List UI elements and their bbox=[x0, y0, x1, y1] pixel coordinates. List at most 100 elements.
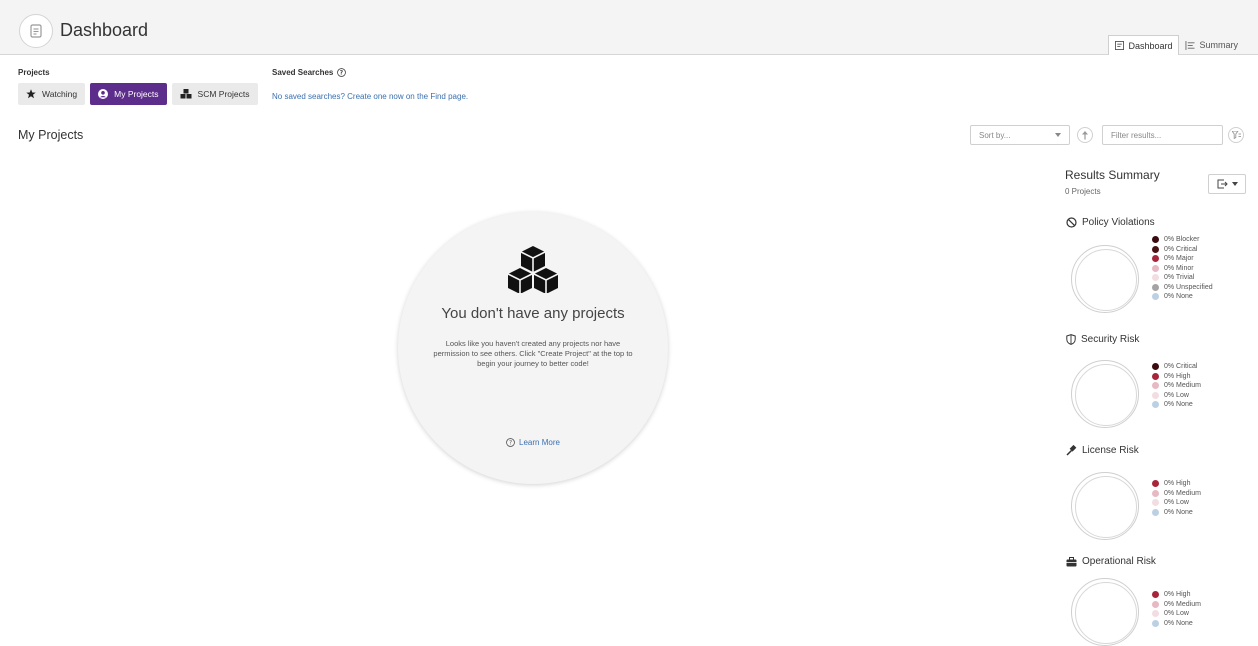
results-summary-title: Results Summary bbox=[1065, 168, 1160, 182]
view-tabs: Dashboard Summary bbox=[1108, 35, 1244, 55]
legend-dot bbox=[1152, 591, 1159, 599]
tab-summary-label: Summary bbox=[1199, 40, 1238, 50]
watching-button[interactable]: Watching bbox=[18, 83, 86, 105]
sort-direction-button[interactable] bbox=[1077, 127, 1093, 143]
legend-item: 0% None bbox=[1152, 400, 1201, 410]
export-icon bbox=[1217, 179, 1228, 189]
user-circle-icon bbox=[98, 89, 109, 99]
legend-item: 0% Medium bbox=[1152, 489, 1201, 499]
operational-risk-legend: 0% High 0% Medium 0% Low 0% None bbox=[1152, 590, 1201, 628]
legend-item: 0% Critical bbox=[1152, 362, 1201, 372]
tab-dashboard-label: Dashboard bbox=[1128, 40, 1173, 51]
legend-dot bbox=[1152, 619, 1159, 627]
briefcase-icon bbox=[1066, 556, 1077, 566]
legend-item: 0% High bbox=[1152, 372, 1201, 382]
security-risk-title: Security Risk bbox=[1081, 334, 1140, 345]
legend-item: 0% Medium bbox=[1152, 381, 1201, 391]
scm-projects-label: SCM Projects bbox=[197, 89, 250, 99]
star-icon bbox=[26, 89, 36, 99]
legend-dot bbox=[1152, 372, 1159, 380]
legend-dot bbox=[1152, 283, 1159, 291]
legend-dot bbox=[1152, 293, 1159, 301]
dashboard-page-icon bbox=[19, 14, 53, 48]
legend-label: 0% Medium bbox=[1164, 489, 1201, 497]
top-header: Dashboard Dashboard Summary bbox=[0, 0, 1258, 55]
tab-dashboard[interactable]: Dashboard bbox=[1108, 35, 1180, 55]
legend-item: 0% Trivial bbox=[1152, 273, 1213, 283]
legend-label: 0% Unspecified bbox=[1164, 283, 1213, 291]
gavel-icon bbox=[1066, 445, 1077, 456]
help-circle-icon[interactable]: ? bbox=[337, 68, 347, 77]
legend-item: 0% Low bbox=[1152, 609, 1201, 619]
legend-dot bbox=[1152, 363, 1159, 371]
legend-label: 0% Low bbox=[1164, 610, 1189, 618]
legend-label: 0% High bbox=[1164, 591, 1191, 599]
caret-down-icon bbox=[1231, 182, 1238, 186]
watching-label: Watching bbox=[42, 89, 78, 99]
legend-item: 0% Blocker bbox=[1152, 235, 1213, 245]
legend-label: 0% None bbox=[1164, 619, 1193, 627]
policy-violations-ring bbox=[1071, 245, 1139, 313]
my-projects-button[interactable]: My Projects bbox=[90, 83, 167, 105]
sort-select[interactable]: Sort by... bbox=[970, 125, 1070, 145]
page-title: Dashboard bbox=[60, 20, 149, 40]
legend-dot bbox=[1152, 245, 1159, 253]
legend-item: 0% Critical bbox=[1152, 245, 1213, 255]
filter-icon bbox=[1231, 131, 1241, 139]
operational-risk-ring bbox=[1071, 578, 1139, 646]
legend-dot bbox=[1152, 382, 1159, 390]
security-risk-header: Security Risk bbox=[1066, 334, 1139, 345]
legend-item: 0% None bbox=[1152, 292, 1213, 302]
saved-searches-link[interactable]: No saved searches? Create one now on the… bbox=[272, 92, 468, 101]
legend-label: 0% High bbox=[1164, 480, 1191, 488]
scm-projects-button[interactable]: SCM Projects bbox=[171, 83, 258, 105]
learn-more-label: Learn More bbox=[519, 438, 560, 447]
legend-item: 0% Unspecified bbox=[1152, 283, 1213, 293]
svg-text:?: ? bbox=[509, 441, 512, 447]
legend-dot bbox=[1152, 274, 1159, 282]
policy-violations-legend: 0% Blocker 0% Critical 0% Major 0% Minor… bbox=[1152, 235, 1213, 302]
shield-icon bbox=[1066, 334, 1076, 345]
license-risk-legend: 0% High 0% Medium 0% Low 0% None bbox=[1152, 479, 1201, 517]
filter-results-input[interactable]: Filter results... bbox=[1102, 125, 1223, 145]
legend-label: 0% Low bbox=[1164, 499, 1189, 507]
policy-violations-title: Policy Violations bbox=[1082, 217, 1155, 228]
license-risk-title: License Risk bbox=[1082, 445, 1139, 456]
sort-arrows-icon bbox=[1082, 130, 1088, 139]
legend-item: 0% None bbox=[1152, 619, 1201, 629]
legend-label: 0% Critical bbox=[1164, 363, 1198, 371]
legend-item: 0% None bbox=[1152, 508, 1201, 518]
legend-dot bbox=[1152, 489, 1159, 497]
tab-summary[interactable]: Summary bbox=[1179, 35, 1244, 55]
operational-risk-title: Operational Risk bbox=[1082, 556, 1156, 567]
empty-state-text: Looks like you haven't created any proje… bbox=[433, 339, 633, 368]
legend-item: 0% Medium bbox=[1152, 600, 1201, 610]
my-projects-title: My Projects bbox=[18, 128, 84, 142]
legend-item: 0% Major bbox=[1152, 254, 1213, 264]
learn-more-link[interactable]: ? Learn More bbox=[398, 438, 668, 447]
legend-item: 0% Minor bbox=[1152, 264, 1213, 274]
legend-label: 0% Medium bbox=[1164, 382, 1201, 390]
legend-item: 0% Low bbox=[1152, 391, 1201, 401]
filter-results-placeholder: Filter results... bbox=[1111, 130, 1162, 140]
export-button[interactable] bbox=[1208, 174, 1246, 194]
filter-options-button[interactable] bbox=[1228, 127, 1244, 143]
my-projects-label: My Projects bbox=[114, 89, 159, 99]
legend-dot bbox=[1152, 255, 1159, 263]
legend-label: 0% Blocker bbox=[1164, 236, 1200, 244]
license-risk-ring bbox=[1071, 472, 1139, 540]
summary-list-icon bbox=[1185, 40, 1195, 50]
results-summary-count: 0 Projects bbox=[1065, 187, 1101, 196]
legend-label: 0% Trivial bbox=[1164, 274, 1195, 282]
legend-label: 0% Major bbox=[1164, 255, 1194, 263]
saved-searches-header: Saved Searches ? bbox=[272, 68, 347, 77]
projects-label: Projects bbox=[18, 68, 50, 77]
project-filter-buttons: Watching My Projects SCM Projects bbox=[18, 83, 258, 105]
legend-dot bbox=[1152, 610, 1159, 618]
legend-label: 0% None bbox=[1164, 508, 1193, 516]
legend-label: 0% None bbox=[1164, 401, 1193, 409]
policy-violations-header: Policy Violations bbox=[1066, 217, 1155, 228]
legend-dot bbox=[1152, 499, 1159, 507]
cubes-icon bbox=[180, 89, 192, 99]
legend-dot bbox=[1152, 391, 1159, 399]
